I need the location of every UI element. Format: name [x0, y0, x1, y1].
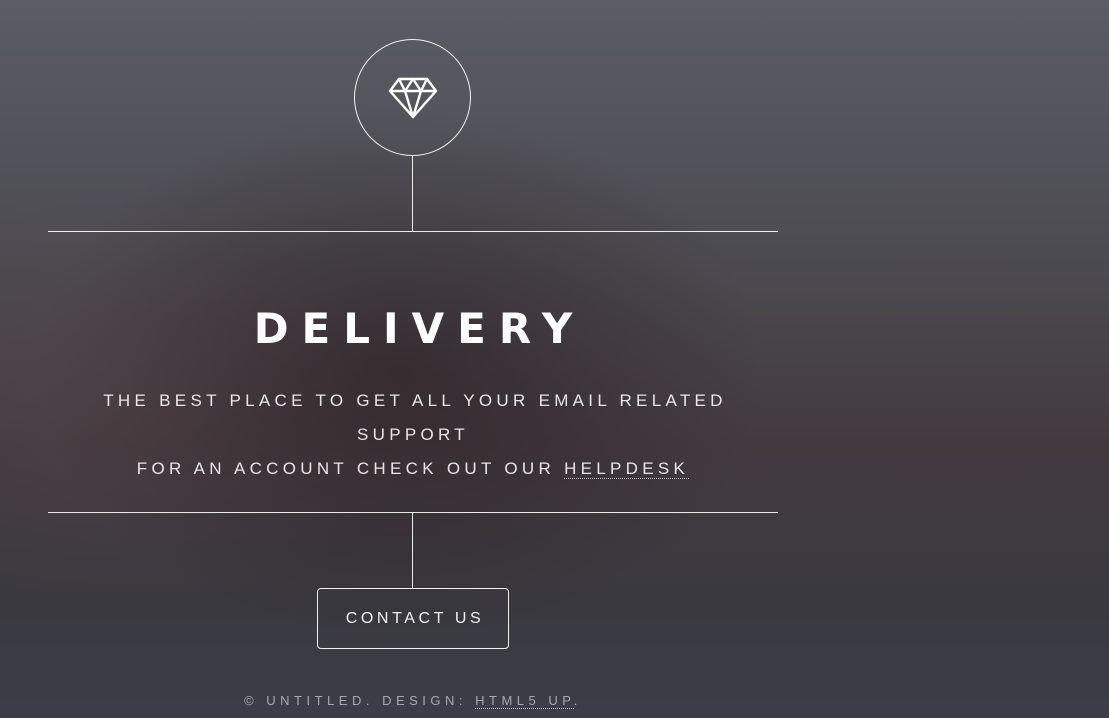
copyright-suffix: . — [573, 693, 582, 708]
copyright-text: © UNTITLED. DESIGN: — [244, 693, 476, 708]
connector-line-bottom — [412, 512, 413, 588]
diamond-icon — [388, 77, 438, 119]
helpdesk-link[interactable]: HELPDESK — [564, 459, 690, 479]
html5up-link[interactable]: HTML5 UP — [475, 693, 574, 709]
logo — [354, 39, 471, 156]
page-title: DELIVERY — [253, 304, 586, 353]
divider-top — [48, 231, 778, 232]
page-wrapper: DELIVERY THE BEST PLACE TO GET ALL YOUR … — [48, 0, 778, 718]
connector-line-top — [412, 156, 413, 231]
copyright: © UNTITLED. DESIGN: HTML5 UP. — [48, 690, 778, 712]
tagline: THE BEST PLACE TO GET ALL YOUR EMAIL REL… — [48, 384, 778, 486]
divider-bottom — [48, 512, 778, 513]
tagline-line-1: THE BEST PLACE TO GET ALL YOUR EMAIL REL… — [103, 391, 727, 444]
contact-us-button[interactable]: CONTACT US — [317, 588, 509, 649]
tagline-line-2: FOR AN ACCOUNT CHECK OUT OUR — [136, 459, 565, 478]
